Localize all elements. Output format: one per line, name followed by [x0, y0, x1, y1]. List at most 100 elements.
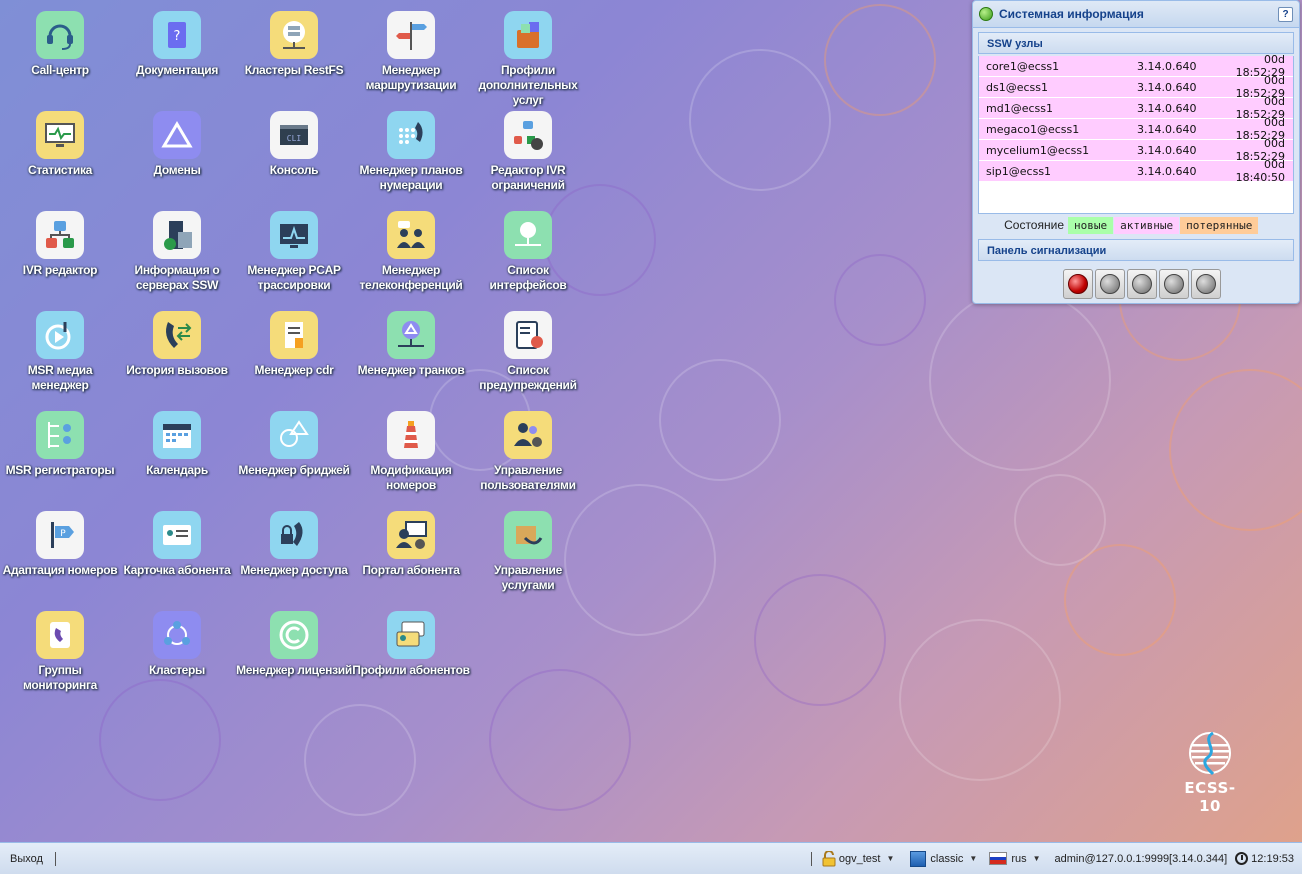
node-version: 3.14.0.640 [1137, 80, 1197, 94]
app-label: Домены [153, 163, 201, 177]
call-history-icon [153, 311, 201, 359]
app-clusters[interactable]: Кластеры [117, 600, 237, 696]
app-console-cli[interactable]: CLI Консоль [234, 100, 354, 196]
app-teleconference[interactable]: Менеджер телеконференций [351, 200, 471, 296]
node-version: 3.14.0.640 [1137, 164, 1197, 178]
user-menu[interactable]: ogv_test ▼ [818, 850, 899, 867]
app-access-phone-lock[interactable]: Менеджер доступа [234, 500, 354, 596]
grey-alarm-light-icon [1164, 274, 1184, 294]
app-call-center[interactable]: Call-центр [0, 0, 120, 96]
app-alarms-list[interactable]: Список предупреждений [468, 300, 588, 396]
restfs-cluster-icon [270, 11, 318, 59]
app-ivr-restrictions[interactable]: Редактор IVR ограничений [468, 100, 588, 196]
app-trunk-manager[interactable]: Менеджер транков [351, 300, 471, 396]
app-bridges[interactable]: Менеджер бриджей [234, 400, 354, 496]
app-label: Менеджер планов нумерации [359, 163, 463, 192]
app-msr-registrars[interactable]: MSR регистраторы [0, 400, 120, 496]
app-server-info[interactable]: Информация о серверах SSW [117, 200, 237, 296]
app-monitoring-groups[interactable]: Группы мониторинга [0, 600, 120, 696]
clock-icon [1235, 852, 1249, 865]
taskbar: Выход ogv_test ▼ classic ▼ rus ▼ admin@1… [0, 842, 1302, 874]
state-active-badge: активные [1114, 216, 1180, 234]
app-subscriber-card[interactable]: Карточка абонента [117, 500, 237, 596]
ecss-logo-icon [1189, 731, 1231, 776]
app-documentation[interactable]: ? Документация [117, 0, 237, 96]
app-label: Менеджер cdr [254, 363, 334, 377]
app-service-profiles[interactable]: Профили дополнительных услуг [468, 0, 588, 107]
desktop-app-grid: Call-центр? Документация Кластеры RestFS Ме… [0, 0, 960, 720]
svg-text:?: ? [174, 29, 181, 44]
node-version: 3.14.0.640 [1137, 59, 1197, 73]
app-label: Группы мониторинга [22, 663, 98, 692]
app-label: Документация [135, 63, 219, 77]
app-label: Карточка абонента [123, 563, 231, 577]
alarm-lamp-button[interactable] [1095, 269, 1125, 299]
grey-alarm-light-icon [1100, 274, 1120, 294]
app-label: Список интерфейсов [489, 263, 567, 292]
app-subscriber-portal[interactable]: Портал абонента [351, 500, 471, 596]
app-label: Call-центр [31, 63, 89, 77]
console-cli-icon: CLI [270, 111, 318, 159]
app-label: Информация о серверах SSW [134, 263, 220, 292]
help-icon[interactable]: ? [1278, 6, 1293, 22]
app-dialplan-phone[interactable]: Менеджер планов нумерации [351, 100, 471, 196]
ivr-restrictions-icon [504, 111, 552, 159]
app-restfs-cluster[interactable]: Кластеры RestFS [234, 0, 354, 96]
app-label: Менеджер лицензий [236, 663, 352, 677]
app-label: MSR медиа менеджер [27, 363, 93, 392]
node-version: 3.14.0.640 [1137, 122, 1197, 136]
language-name: rus [1011, 852, 1027, 865]
app-call-history[interactable]: История вызовов [117, 300, 237, 396]
lighthouse-icon [387, 411, 435, 459]
app-subscriber-profiles[interactable]: Профили абонентов [351, 600, 471, 696]
status-ok-icon [979, 7, 993, 21]
documentation-icon: ? [153, 11, 201, 59]
teleconference-icon [387, 211, 435, 259]
clock: 12:19:53 [1231, 852, 1302, 865]
state-lost-badge: потерянные [1180, 216, 1259, 234]
cdr-document-icon [270, 311, 318, 359]
ssw-node-row[interactable]: sip1@ecss1 3.14.0.640 00d 18:40:50 [979, 158, 1293, 184]
app-domains-triangle[interactable]: Домены [117, 100, 237, 196]
app-number-adaptation[interactable]: P Адаптация номеров [0, 500, 120, 596]
ssw-nodes-header[interactable]: SSW узлы [978, 32, 1294, 54]
clock-time: 12:19:53 [1251, 852, 1294, 865]
system-info-header: Системная информация ? [973, 1, 1299, 28]
access-phone-lock-icon [270, 511, 318, 559]
theme-menu[interactable]: classic ▼ [906, 850, 981, 867]
alarm-lamp-button[interactable] [1191, 269, 1221, 299]
app-label: Кластеры [148, 663, 206, 677]
app-pcap-trace[interactable]: Менеджер PCAP трассировки [234, 200, 354, 296]
clusters-icon [153, 611, 201, 659]
license-copyright-icon [270, 611, 318, 659]
taskbar-separator [810, 851, 812, 866]
msr-media-icon [36, 311, 84, 359]
app-routing-signpost[interactable]: Менеджер маршрутизации [351, 0, 471, 96]
app-cdr-document[interactable]: Менеджер cdr [234, 300, 354, 396]
app-label: Управление пользователями [480, 463, 576, 492]
app-services-management[interactable]: Управление услугами [468, 500, 588, 596]
app-users-management[interactable]: Управление пользователями [468, 400, 588, 496]
ecss-logo: ECSS-10 [1178, 730, 1242, 815]
exit-button[interactable]: Выход [0, 853, 49, 865]
app-label: Менеджер бриджей [238, 463, 350, 477]
state-legend-label: Состояние [1004, 218, 1064, 232]
alarm-lamp-button[interactable] [1159, 269, 1189, 299]
app-calendar[interactable]: Календарь [117, 400, 237, 496]
app-label: Менеджер доступа [240, 563, 348, 577]
app-license-copyright[interactable]: Менеджер лицензий [234, 600, 354, 696]
node-name: core1@ecss1 [986, 59, 1060, 73]
alarm-panel-header[interactable]: Панель сигнализации [978, 239, 1294, 261]
alarms-list-icon [504, 311, 552, 359]
language-menu[interactable]: rus ▼ [985, 852, 1044, 865]
alarm-lamp-button[interactable] [1127, 269, 1157, 299]
grey-alarm-light-icon [1196, 274, 1216, 294]
statistics-monitor-icon [36, 111, 84, 159]
service-profiles-icon [504, 11, 552, 59]
app-lighthouse[interactable]: Модификация номеров [351, 400, 471, 496]
app-msr-media[interactable]: MSR медиа менеджер [0, 300, 120, 396]
app-ivr-editor[interactable]: IVR редактор [0, 200, 120, 296]
app-interfaces-list[interactable]: Список интерфейсов [468, 200, 588, 296]
app-statistics-monitor[interactable]: Статистика [0, 100, 120, 196]
alarm-lamp-button[interactable] [1063, 269, 1093, 299]
